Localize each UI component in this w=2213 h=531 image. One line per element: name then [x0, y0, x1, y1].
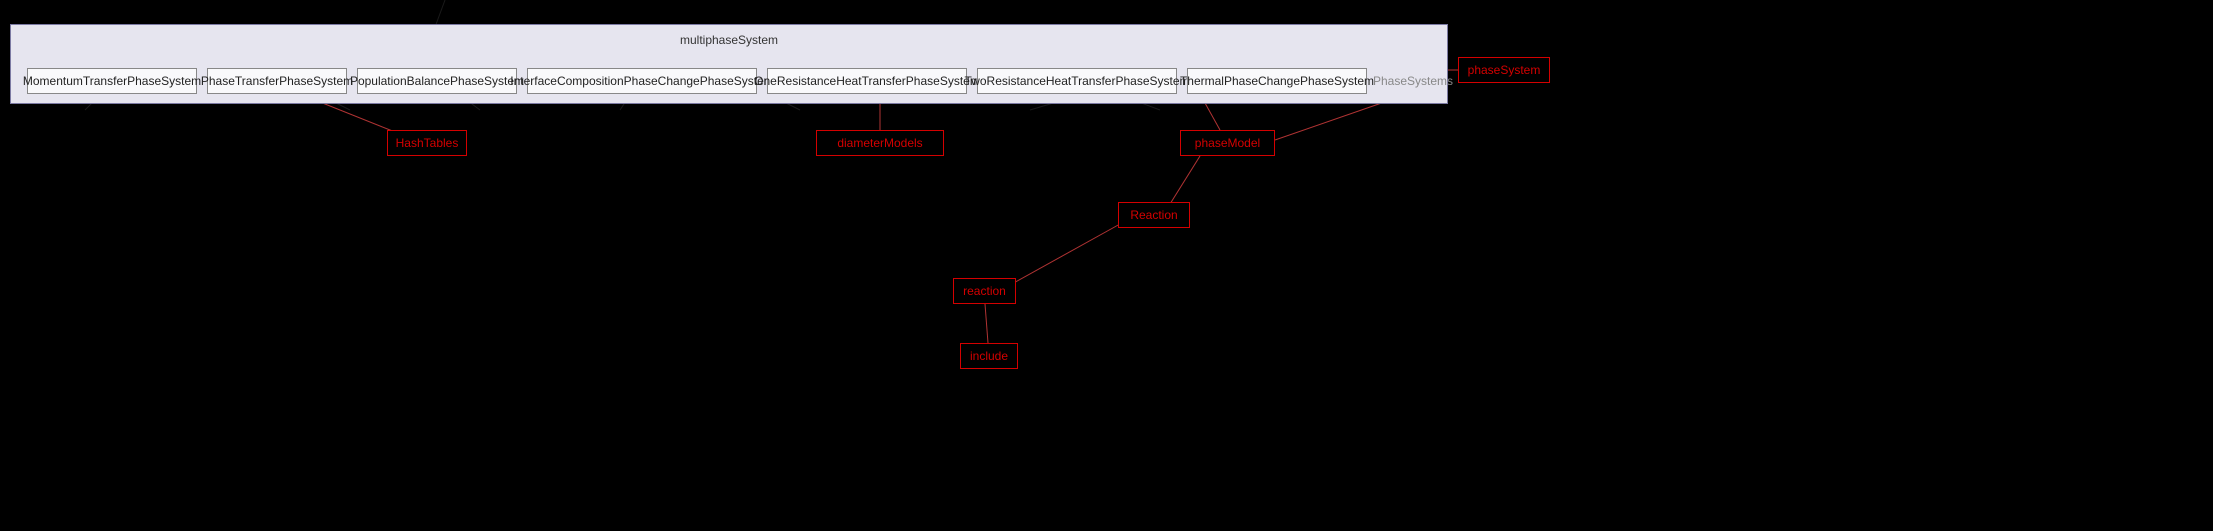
phase-systems-label: PhaseSystems — [1373, 74, 1453, 88]
remote-box-label: Reaction — [1130, 208, 1177, 222]
remote-box-label: reaction — [963, 284, 1006, 298]
phase-box-label: PhaseTransferPhaseSystem — [201, 74, 353, 88]
phase-box-label: InterfaceCompositionPhaseChangePhaseSyst… — [510, 74, 773, 88]
phase-box-label: TwoResistanceHeatTransferPhaseSystem — [965, 74, 1190, 88]
remote-phase-model[interactable]: phaseModel — [1180, 130, 1275, 156]
phase-box-interface[interactable]: InterfaceCompositionPhaseChangePhaseSyst… — [527, 68, 757, 94]
remote-include[interactable]: include — [960, 343, 1018, 369]
remote-box-label: phaseModel — [1195, 136, 1260, 150]
phase-box-two-resistance[interactable]: TwoResistanceHeatTransferPhaseSystem — [977, 68, 1177, 94]
phase-box-one-resistance[interactable]: OneResistanceHeatTransferPhaseSystem — [767, 68, 967, 94]
remote-reaction-upper[interactable]: Reaction — [1118, 202, 1190, 228]
phase-box-momentum[interactable]: MomentumTransferPhaseSystem — [27, 68, 197, 94]
remote-box-label: phaseSystem — [1468, 63, 1541, 77]
phase-box-population[interactable]: PopulationBalancePhaseSystem — [357, 68, 517, 94]
remote-diameter-models[interactable]: diameterModels — [816, 130, 944, 156]
phase-box-thermal[interactable]: ThermalPhaseChangePhaseSystem — [1187, 68, 1367, 94]
phase-box-label: OneResistanceHeatTransferPhaseSystem — [754, 74, 980, 88]
remote-reaction-lower[interactable]: reaction — [953, 278, 1016, 304]
phase-box-transfer[interactable]: PhaseTransferPhaseSystem — [207, 68, 347, 94]
remote-box-label: HashTables — [396, 136, 459, 150]
phase-box-label: MomentumTransferPhaseSystem — [23, 74, 201, 88]
phase-box-label: PopulationBalancePhaseSystem — [350, 74, 524, 88]
remote-hash-tables[interactable]: HashTables — [387, 130, 467, 156]
remote-phase-system[interactable]: phaseSystem — [1458, 57, 1550, 83]
phase-box-label: ThermalPhaseChangePhaseSystem — [1180, 74, 1374, 88]
remote-box-label: diameterModels — [837, 136, 922, 150]
remote-box-label: include — [970, 349, 1008, 363]
container-title[interactable]: multiphaseSystem — [680, 33, 778, 47]
